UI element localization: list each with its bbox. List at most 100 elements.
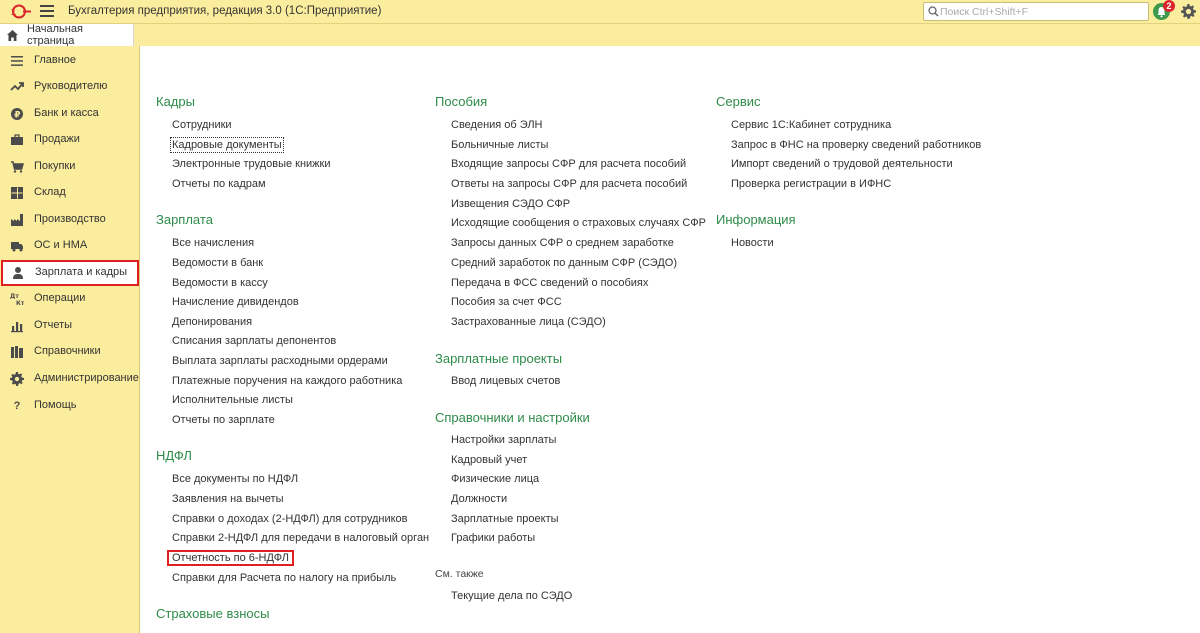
briefcase-icon — [10, 133, 24, 147]
group-title-directories-settings: Справочники и настройки — [435, 410, 590, 425]
link-sfr-request-answers[interactable]: Ответы на запросы СФР для расчета пособи… — [451, 178, 687, 190]
section-content: Кадры Сотрудники Кадровые документы Элек… — [141, 46, 1200, 633]
link-hr-accounting[interactable]: Кадровый учет — [451, 454, 527, 466]
home-icon — [6, 29, 18, 41]
svg-text:1: 1 — [11, 7, 16, 17]
sidebar-item-label: Помощь — [34, 399, 77, 411]
link-personal-accounts-input[interactable]: Ввод лицевых счетов — [451, 375, 560, 387]
link-fss-benefits[interactable]: Пособия за счет ФСС — [451, 296, 562, 308]
books-icon — [10, 345, 24, 359]
link-writs-of-execution[interactable]: Исполнительные листы — [172, 394, 293, 406]
factory-icon — [10, 213, 24, 227]
sidebar-item-label: Администрирование — [34, 372, 139, 384]
group-title-kadry: Кадры — [156, 94, 195, 109]
notifications-badge: 2 — [1163, 0, 1175, 12]
link-ifns-registration-check[interactable]: Проверка регистрации в ИФНС — [731, 178, 891, 190]
sidebar-item-main[interactable]: Главное — [0, 48, 140, 74]
search-icon — [928, 6, 939, 17]
sidebar-item-label: Зарплата и кадры — [35, 266, 128, 278]
sidebar-item-help[interactable]: ? Помощь — [0, 393, 140, 419]
link-outgoing-insurance-messages[interactable]: Исходящие сообщения о страховых случаях … — [451, 217, 706, 229]
sidebar-item-label: ОС и НМА — [34, 239, 88, 251]
link-2ndfl-employees[interactable]: Справки о доходах (2-НДФЛ) для сотрудник… — [172, 513, 408, 525]
sidebar-item-label: Справочники — [34, 345, 101, 357]
link-positions[interactable]: Должности — [451, 493, 507, 505]
link-sedo-notices[interactable]: Извещения СЭДО СФР — [451, 198, 570, 210]
sidebar-item-sales[interactable]: Продажи — [0, 127, 140, 153]
link-current-sedo-tasks[interactable]: Текущие дела по СЭДО — [451, 590, 572, 602]
sidebar-item-label: Продажи — [34, 133, 80, 145]
link-all-ndfl-documents[interactable]: Все документы по НДФЛ — [172, 473, 298, 485]
group-title-information: Информация — [716, 212, 796, 227]
link-bank-statements[interactable]: Ведомости в банк — [172, 257, 263, 269]
sidebar-item-label: Руководителю — [34, 80, 108, 92]
group-title-insurance: Страховые взносы — [156, 606, 270, 621]
link-hr-documents[interactable]: Кадровые документы — [170, 137, 284, 153]
link-eln-info[interactable]: Сведения об ЭЛН — [451, 119, 543, 131]
settings-gear-icon[interactable] — [1181, 4, 1196, 19]
sidebar-item-label: Операции — [34, 292, 86, 304]
group-title-zarplata: Зарплата — [156, 212, 213, 227]
link-insured-persons[interactable]: Застрахованные лица (СЭДО) — [451, 316, 606, 328]
sidebar-item-label: Отчеты — [34, 319, 73, 331]
link-depositing[interactable]: Депонирования — [172, 316, 252, 328]
link-salary-projects[interactable]: Зарплатные проекты — [451, 513, 559, 525]
dt-kt-icon: Дт Кт — [10, 292, 25, 307]
warehouse-grid-icon — [10, 186, 24, 200]
link-payment-orders-per-employee[interactable]: Платежные поручения на каждого работника — [172, 375, 402, 387]
sidebar-item-operations[interactable]: Дт Кт Операции — [0, 286, 140, 312]
tab-home-label: Начальная страница — [26, 23, 83, 47]
link-2ndfl-tax-authority[interactable]: Справки 2-НДФЛ для передачи в налоговый … — [172, 532, 429, 544]
sidebar-item-salary-hr[interactable]: Зарплата и кадры — [1, 260, 139, 286]
truck-icon — [10, 239, 24, 253]
sidebar-item-reports[interactable]: Отчеты — [0, 313, 140, 339]
link-all-accruals[interactable]: Все начисления — [172, 237, 254, 249]
link-fss-benefit-transfer[interactable]: Передача в ФСС сведений о пособиях — [451, 277, 648, 289]
link-cash-statements[interactable]: Ведомости в кассу — [172, 277, 268, 289]
search-input[interactable] — [940, 4, 1146, 19]
link-labor-activity-import[interactable]: Импорт сведений о трудовой деятельности — [731, 158, 953, 170]
search-box[interactable] — [923, 2, 1149, 21]
link-news[interactable]: Новости — [731, 237, 774, 249]
see-also-label: См. также — [435, 568, 484, 580]
link-salary-reports[interactable]: Отчеты по зарплате — [172, 414, 275, 426]
link-cash-order-payments[interactable]: Выплата зарплаты расходными ордерами — [172, 355, 388, 367]
cart-icon — [10, 160, 25, 174]
link-hr-reports[interactable]: Отчеты по кадрам — [172, 178, 266, 190]
link-work-schedules[interactable]: Графики работы — [451, 532, 535, 544]
app-title: Бухгалтерия предприятия, редакция 3.0 (1… — [68, 5, 382, 17]
gear-icon — [10, 372, 24, 386]
sidebar-item-production[interactable]: Производство — [0, 207, 140, 233]
sidebar-item-bank[interactable]: ₽ Банк и касса — [0, 101, 140, 127]
main-menu-icon[interactable] — [40, 5, 54, 17]
person-icon — [11, 266, 25, 280]
sidebar-item-fixed-assets[interactable]: ОС и НМА — [0, 233, 140, 259]
link-profit-tax-certificates[interactable]: Справки для Расчета по налогу на прибыль — [172, 572, 396, 584]
svg-text:Дт: Дт — [10, 293, 19, 300]
link-sick-leaves[interactable]: Больничные листы — [451, 139, 548, 151]
link-sfr-average-earnings[interactable]: Средний заработок по данным СФР (СЭДО) — [451, 257, 677, 269]
link-employees[interactable]: Сотрудники — [172, 119, 232, 131]
sidebar-item-administration[interactable]: Администрирование — [0, 366, 140, 392]
link-incoming-sfr-requests[interactable]: Входящие запросы СФР для расчета пособий — [451, 158, 686, 170]
link-individuals[interactable]: Физические лица — [451, 473, 539, 485]
sidebar-item-warehouse[interactable]: Склад — [0, 180, 140, 206]
sidebar-item-label: Главное — [34, 54, 77, 66]
link-deposit-writeoffs[interactable]: Списания зарплаты депонентов — [172, 335, 336, 347]
sidebar-item-directories[interactable]: Справочники — [0, 339, 140, 365]
group-title-ndfl: НДФЛ — [156, 448, 192, 463]
tab-home[interactable]: Начальная страница — [0, 23, 134, 47]
link-deduction-applications[interactable]: Заявления на вычеты — [172, 493, 284, 505]
sidebar-item-label: Склад — [34, 186, 66, 198]
title-bar: 1 Бухгалтерия предприятия, редакция 3.0 … — [0, 0, 1200, 24]
sidebar-item-manager[interactable]: Руководителю — [0, 74, 140, 100]
link-fns-verification-request[interactable]: Запрос в ФНС на проверку сведений работн… — [731, 139, 981, 151]
link-sfr-average-earnings-requests[interactable]: Запросы данных СФР о среднем заработке — [451, 237, 674, 249]
sidebar-item-purchases[interactable]: Покупки — [0, 154, 140, 180]
link-dividends[interactable]: Начисление дивидендов — [172, 296, 299, 308]
link-6ndfl-reporting[interactable]: Отчетность по 6-НДФЛ — [167, 550, 294, 566]
link-employee-cabinet[interactable]: Сервис 1С:Кабинет сотрудника — [731, 119, 891, 131]
link-salary-settings[interactable]: Настройки зарплаты — [451, 434, 556, 446]
menu-lines-icon — [10, 54, 24, 68]
link-electronic-work-books[interactable]: Электронные трудовые книжки — [172, 158, 331, 170]
